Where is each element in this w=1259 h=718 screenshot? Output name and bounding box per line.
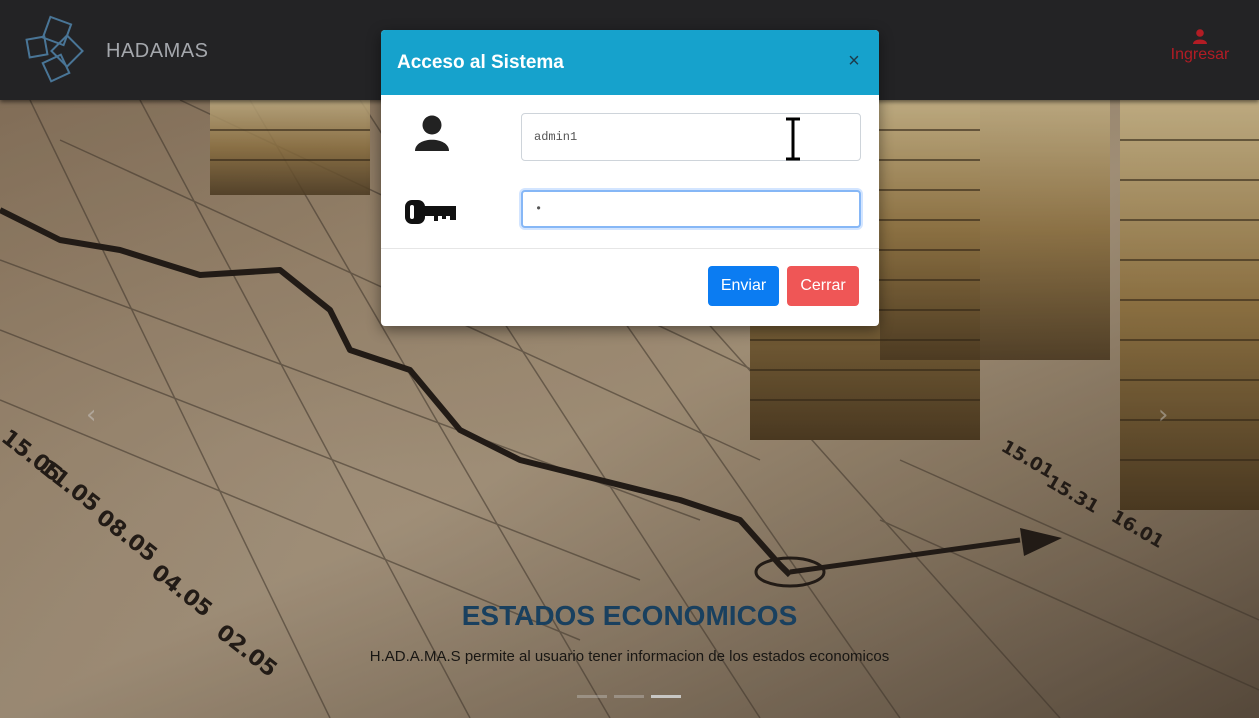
key-icon [405,200,456,224]
cancel-button[interactable]: Cerrar [787,266,859,306]
username-input[interactable]: admin1 [521,113,861,161]
modal-title: Acceso al Sistema [397,52,564,73]
modal-footer-divider [381,248,879,249]
text-cursor-icon [786,117,800,161]
user-icon [415,115,449,151]
login-modal: Acceso al Sistema × admin1 • Enviar Cerr… [381,30,879,326]
close-icon[interactable]: × [843,50,865,72]
modal-header: Acceso al Sistema × [381,30,879,95]
send-button[interactable]: Enviar [708,266,779,306]
password-input[interactable]: • [521,190,861,228]
